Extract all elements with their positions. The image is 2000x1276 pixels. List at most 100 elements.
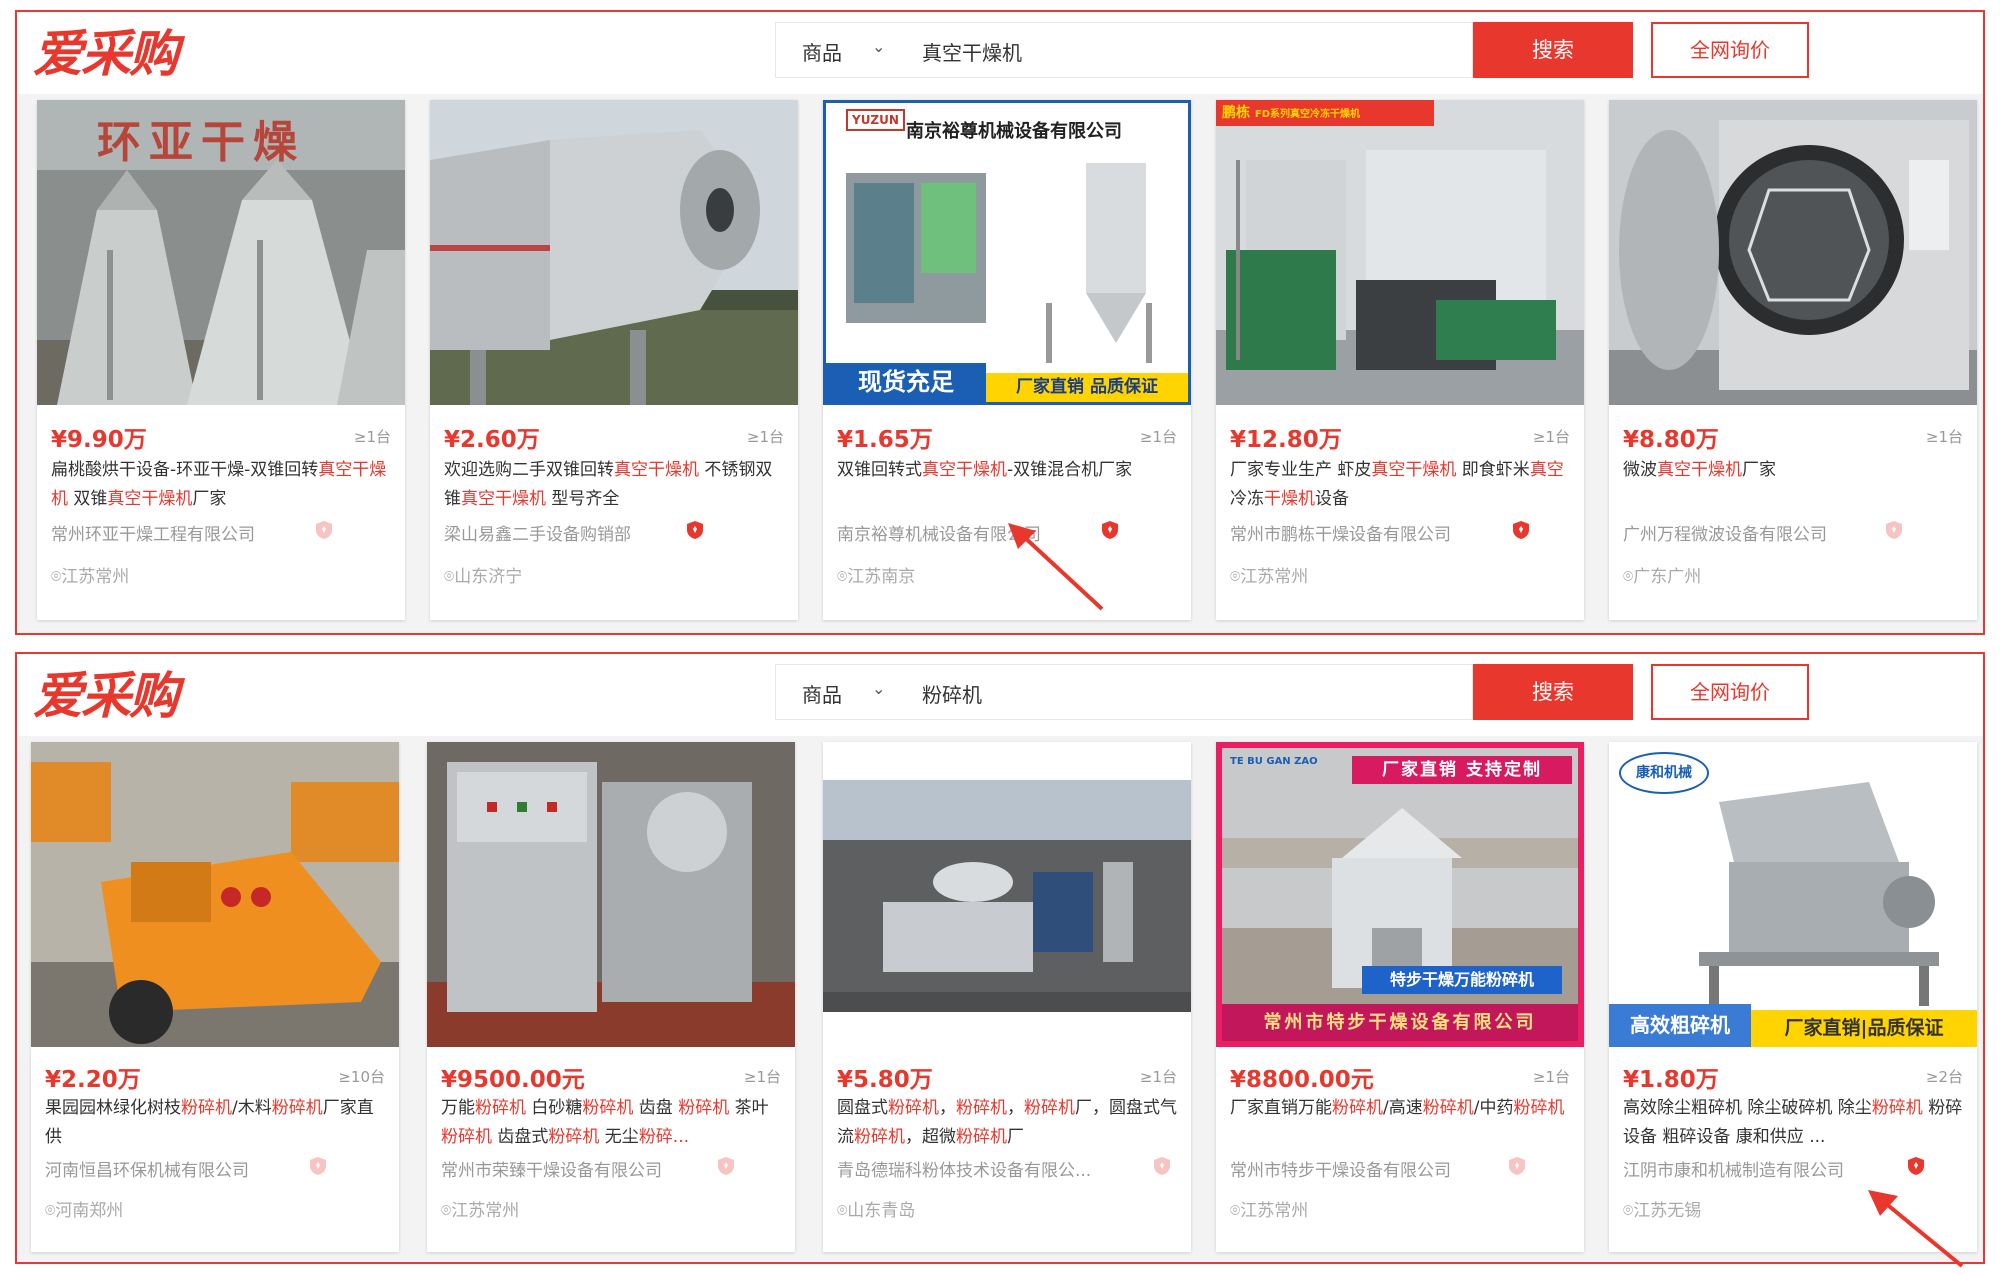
title-text: 微波	[1623, 460, 1657, 480]
keyword-highlight: 粉碎机	[475, 1098, 526, 1118]
location-pin-icon: ⌾	[1230, 567, 1241, 587]
keyword-highlight: 粉碎机	[956, 1098, 1007, 1118]
product-price: ¥1.80万	[1623, 1067, 1719, 1093]
location: ⌾山东济宁	[444, 567, 523, 587]
verified-badge-icon	[1154, 1157, 1170, 1175]
product-title[interactable]: 微波真空干燥机厂家	[1623, 456, 1965, 514]
search-category-select[interactable]: 商品	[802, 37, 842, 66]
search-category-select[interactable]: 商品	[802, 679, 842, 708]
product-image[interactable]: 康和机械 高效粗碎机 厂家直销|品质保证	[1609, 742, 1977, 1047]
min-order: ≥1台	[1532, 428, 1570, 446]
product-card[interactable]: TE BU GAN ZAO 厂家直销 支持定制 特步干燥万能粉碎机 常州市特步干…	[1216, 742, 1584, 1252]
rfq-button[interactable]: 全网询价	[1651, 664, 1809, 720]
product-image[interactable]	[31, 742, 399, 1047]
company-name[interactable]: 广州万程微波设备有限公司	[1623, 520, 1827, 545]
keyword-highlight: 粉碎机	[1024, 1098, 1075, 1118]
keyword-highlight: 真空干燥机	[614, 460, 699, 480]
search-box[interactable]: 商品 ⌄ 粉碎机	[775, 664, 1473, 720]
company-name[interactable]: 常州市荣臻干燥设备有限公司	[441, 1156, 662, 1181]
product-title[interactable]: 圆盘式粉碎机，粉碎机，粉碎机厂，圆盘式气流粉碎机，超微粉碎机厂	[837, 1094, 1179, 1152]
product-card[interactable]: ¥5.80万 ≥1台 圆盘式粉碎机，粉碎机，粉碎机厂，圆盘式气流粉碎机，超微粉碎…	[823, 742, 1191, 1252]
search-input[interactable]: 真空干燥机	[922, 37, 1022, 66]
location: ⌾河南郑州	[45, 1201, 124, 1221]
location-pin-icon: ⌾	[837, 1201, 848, 1221]
image-watermark: 环亚干燥	[97, 117, 305, 168]
brand-logo-mark: 康和机械	[1619, 752, 1709, 794]
title-text: 齿盘式	[492, 1127, 549, 1147]
company-name[interactable]: 河南恒昌环保机械有限公司	[45, 1156, 249, 1181]
company-name[interactable]: 江阴市康和机械制造有限公司	[1623, 1156, 1844, 1181]
keyword-highlight: 粉碎机	[678, 1098, 730, 1118]
location-pin-icon: ⌾	[51, 567, 62, 587]
aicaigou-logo[interactable]: 爱采购	[33, 26, 179, 82]
product-title[interactable]: 万能粉碎机 白砂糖粉碎机 齿盘 粉碎机 茶叶粉碎机 齿盘式粉碎机 无尘粉碎...	[441, 1094, 783, 1152]
keyword-highlight: 粉碎...	[638, 1127, 690, 1147]
product-title[interactable]: 厂家专业生产 虾皮真空干燥机 即食虾米真空冷冻干燥机设备	[1230, 456, 1572, 514]
product-image[interactable]: YUZUN 南京裕尊机械设备有限公司 现货充足 厂家直销 品质保证	[823, 100, 1191, 405]
title-text: ，超微	[905, 1127, 956, 1147]
product-image[interactable]	[823, 742, 1191, 1047]
company-name[interactable]: 青岛德瑞科粉体技术设备有限公...	[837, 1156, 1091, 1181]
title-text: 厂家专业生产 虾皮	[1230, 460, 1372, 480]
product-price: ¥1.65万	[837, 427, 933, 453]
product-card[interactable]: ¥2.60万 ≥1台 欢迎选购二手双锥回转真空干燥机 不锈钢双锥真空干燥机 型号…	[430, 100, 798, 620]
image-banner: 厂家直销 品质保证	[986, 373, 1188, 402]
title-text: /高速	[1383, 1098, 1423, 1118]
product-title[interactable]: 果园园林绿化树枝粉碎机/木料粉碎机厂家直供	[45, 1094, 387, 1152]
min-order: ≥1台	[1139, 1068, 1177, 1086]
product-card[interactable]: 康和机械 高效粗碎机 厂家直销|品质保证 ¥1.80万 ≥2台 高效除尘粗碎机 …	[1609, 742, 1977, 1252]
search-button[interactable]: 搜索	[1473, 664, 1633, 720]
product-card[interactable]: 环亚干燥 ¥9.90万 ≥1台 扁桃酸烘干设备-环亚干燥-双锥回转真空干燥机 双…	[37, 100, 405, 620]
location: ⌾江苏常州	[1230, 1201, 1309, 1221]
product-card[interactable]: ¥9500.00元 ≥1台 万能粉碎机 白砂糖粉碎机 齿盘 粉碎机 茶叶粉碎机 …	[427, 742, 795, 1252]
annotation-arrow	[1868, 1190, 1964, 1268]
product-title[interactable]: 高效除尘粗碎机 除尘破碎机 除尘粉碎机 粉碎设备 粗碎设备 康和供应 ...	[1623, 1094, 1965, 1152]
product-title[interactable]: 欢迎选购二手双锥回转真空干燥机 不锈钢双锥真空干燥机 型号齐全	[444, 456, 786, 514]
location: ⌾广东广州	[1623, 567, 1702, 587]
company-name[interactable]: 梁山易鑫二手设备购销部	[444, 520, 631, 545]
company-name[interactable]: 常州环亚干燥工程有限公司	[51, 520, 255, 545]
keyword-highlight: 粉碎机	[888, 1098, 939, 1118]
title-text: 无尘	[599, 1127, 639, 1147]
product-title[interactable]: 双锥回转式真空干燥机-双锥混合机厂家	[837, 456, 1179, 514]
location: ⌾江苏常州	[441, 1201, 520, 1221]
product-image[interactable]	[1609, 100, 1977, 405]
product-price: ¥9.90万	[51, 427, 147, 453]
location: ⌾山东青岛	[837, 1201, 916, 1221]
product-card[interactable]: ¥8.80万 ≥1台 微波真空干燥机厂家 广州万程微波设备有限公司 ⌾广东广州	[1609, 100, 1977, 620]
image-banner: 现货充足	[826, 363, 986, 402]
title-text: 白砂糖	[526, 1098, 583, 1118]
image-banner: 厂家直销|品质保证	[1751, 1010, 1977, 1047]
product-image[interactable]	[427, 742, 795, 1047]
annotation-arrow	[1008, 523, 1104, 611]
image-banner: 高效粗碎机	[1609, 1004, 1751, 1047]
product-title[interactable]: 厂家直销万能粉碎机/高速粉碎机/中药粉碎机	[1230, 1094, 1572, 1152]
aicaigou-logo[interactable]: 爱采购	[33, 668, 179, 724]
search-box[interactable]: 商品 ⌄ 真空干燥机	[775, 22, 1473, 78]
product-image[interactable]: TE BU GAN ZAO 厂家直销 支持定制 特步干燥万能粉碎机 常州市特步干…	[1216, 742, 1584, 1047]
keyword-highlight: 粉碎机	[181, 1098, 232, 1118]
product-grid: 环亚干燥 ¥9.90万 ≥1台 扁桃酸烘干设备-环亚干燥-双锥回转真空干燥机 双…	[17, 94, 1983, 633]
header-bar: 爱采购 商品 ⌄ 真空干燥机 搜索 全网询价	[17, 12, 1983, 94]
product-card[interactable]: ¥2.20万 ≥10台 果园园林绿化树枝粉碎机/木料粉碎机厂家直供 河南恒昌环保…	[31, 742, 399, 1252]
company-name[interactable]: 常州市特步干燥设备有限公司	[1230, 1156, 1451, 1181]
min-order: ≥1台	[1925, 428, 1963, 446]
rfq-button[interactable]: 全网询价	[1651, 22, 1809, 78]
product-card[interactable]: 鹏栋 FD系列真空冷冻干燥机 ¥12.80万 ≥1台 厂家专业生产 虾皮真空干燥…	[1216, 100, 1584, 620]
company-name[interactable]: 常州市鹏栋干燥设备有限公司	[1230, 520, 1451, 545]
product-image[interactable]: 鹏栋 FD系列真空冷冻干燥机	[1216, 100, 1584, 405]
keyword-highlight: 粉碎机	[271, 1098, 323, 1118]
min-order: ≥1台	[1532, 1068, 1570, 1086]
image-header-text: 南京裕尊机械设备有限公司	[906, 121, 1122, 142]
title-text: /木料	[232, 1098, 272, 1118]
search-input[interactable]: 粉碎机	[922, 679, 982, 708]
location: ⌾江苏常州	[1230, 567, 1309, 587]
product-image[interactable]: 环亚干燥	[37, 100, 405, 405]
keyword-highlight: 真空干燥机	[461, 489, 546, 509]
product-title[interactable]: 扁桃酸烘干设备-环亚干燥-双锥回转真空干燥机 双锥真空干燥机厂家	[51, 456, 393, 514]
verified-badge-icon	[718, 1157, 734, 1175]
search-button[interactable]: 搜索	[1473, 22, 1633, 78]
chevron-down-icon[interactable]: ⌄	[872, 679, 885, 698]
product-image[interactable]	[430, 100, 798, 405]
chevron-down-icon[interactable]: ⌄	[872, 37, 885, 56]
